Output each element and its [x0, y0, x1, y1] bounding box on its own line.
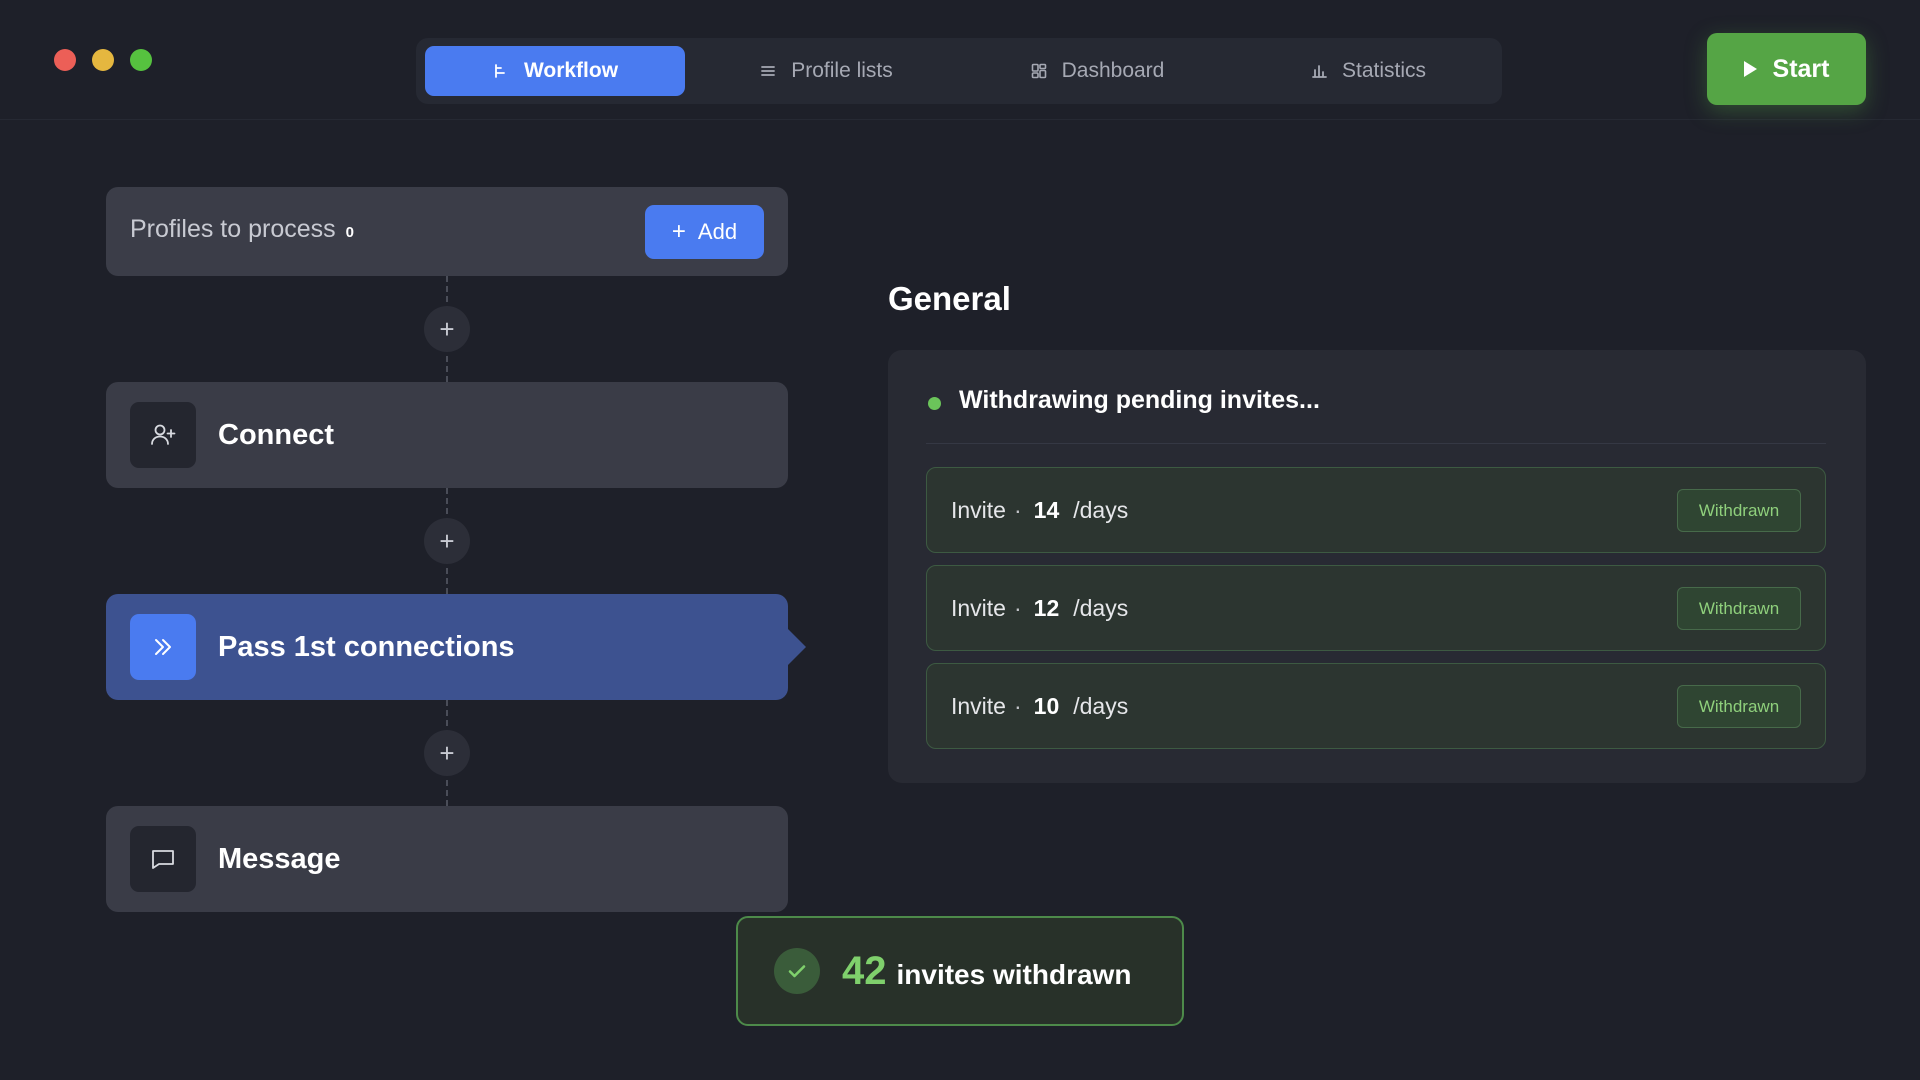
top-bar: Workflow Profile lists Dashboard Statist… — [0, 0, 1920, 120]
plus-icon: + — [671, 218, 686, 245]
add-label: Add — [697, 219, 738, 244]
invite-row: Invite · 14 /days Withdrawn — [926, 467, 1826, 553]
status-badge: Withdrawn — [1677, 685, 1801, 728]
general-panel: Withdrawing pending invites... Invite · … — [888, 350, 1866, 783]
invite-separator: · — [1013, 594, 1022, 621]
profiles-label-text: Profiles to process — [130, 215, 336, 243]
user-plus-icon — [151, 424, 176, 445]
invite-row: Invite · 10 /days Withdrawn — [926, 663, 1826, 749]
invite-separator: · — [1013, 496, 1022, 523]
step-pass-1st-connections[interactable]: Pass 1st connections — [106, 594, 806, 700]
status-badge: Withdrawn — [1677, 489, 1801, 532]
profiles-to-process-card: Profiles to process 0 + Add — [106, 187, 788, 276]
list-icon — [761, 66, 776, 76]
start-label: Start — [1772, 54, 1830, 83]
invite-label: Invite — [951, 496, 1006, 523]
tab-statistics[interactable]: Statistics — [1238, 46, 1498, 96]
step-icon-box — [130, 402, 196, 468]
general-title: General — [888, 280, 1011, 317]
play-icon — [1743, 61, 1757, 77]
dashboard-icon — [1031, 63, 1046, 79]
status-text: Withdrawing pending invites... — [959, 386, 1320, 414]
window-minimize-button[interactable] — [92, 49, 114, 71]
tab-label: Workflow — [523, 59, 619, 82]
step-icon-box — [130, 826, 196, 892]
double-chevron-right-icon — [155, 639, 171, 655]
step-connect[interactable]: Connect — [106, 382, 788, 488]
status-badge: Withdrawn — [1677, 587, 1801, 630]
invite-unit: /days — [1073, 496, 1129, 523]
invite-label: Invite — [951, 692, 1006, 719]
profiles-count: 0 — [345, 224, 354, 241]
invite-row: Invite · 12 /days Withdrawn — [926, 565, 1826, 651]
status-row: Withdrawing pending invites... — [926, 386, 1826, 444]
invite-text: Invite · 10 /days — [951, 693, 1128, 720]
toast-count: 42 — [842, 948, 887, 993]
message-icon — [152, 850, 174, 869]
invite-days: 10 — [1033, 692, 1060, 719]
toast-label: invites withdrawn — [896, 959, 1132, 990]
invite-days: 12 — [1033, 594, 1060, 621]
check-icon — [774, 948, 820, 994]
invite-unit: /days — [1073, 692, 1129, 719]
step-label: Connect — [218, 418, 334, 451]
tab-workflow[interactable]: Workflow — [425, 46, 685, 96]
invite-text: Invite · 12 /days — [951, 595, 1128, 622]
workflow-icon — [495, 64, 505, 78]
bar-chart-icon — [1312, 65, 1327, 78]
tab-label: Profile lists — [791, 59, 893, 82]
success-toast: 42 invites withdrawn — [736, 916, 1184, 1026]
invite-unit: /days — [1073, 594, 1129, 621]
invite-separator: · — [1013, 692, 1022, 719]
invite-label: Invite — [951, 594, 1006, 621]
invite-text: Invite · 14 /days — [951, 497, 1128, 524]
invite-days: 14 — [1033, 496, 1060, 523]
add-step-button[interactable]: + — [424, 730, 470, 776]
profiles-label: Profiles to process 0 — [130, 215, 354, 244]
step-label: Pass 1st connections — [218, 630, 515, 663]
tab-label: Dashboard — [1061, 59, 1165, 82]
window-close-button[interactable] — [54, 49, 76, 71]
step-label: Message — [218, 842, 341, 875]
add-step-button[interactable]: + — [424, 518, 470, 564]
status-dot — [928, 397, 941, 410]
tab-profile-lists[interactable]: Profile lists — [696, 46, 956, 96]
tab-dashboard[interactable]: Dashboard — [967, 46, 1227, 96]
step-icon-box — [130, 614, 196, 680]
nav-tabs: Workflow Profile lists Dashboard Statist… — [416, 38, 1502, 104]
start-button[interactable]: Start — [1707, 33, 1866, 105]
tab-label: Statistics — [1341, 59, 1427, 82]
add-profiles-button[interactable]: + Add — [645, 205, 764, 259]
window-maximize-button[interactable] — [130, 49, 152, 71]
add-step-button[interactable]: + — [424, 306, 470, 352]
step-message[interactable]: Message — [106, 806, 788, 912]
